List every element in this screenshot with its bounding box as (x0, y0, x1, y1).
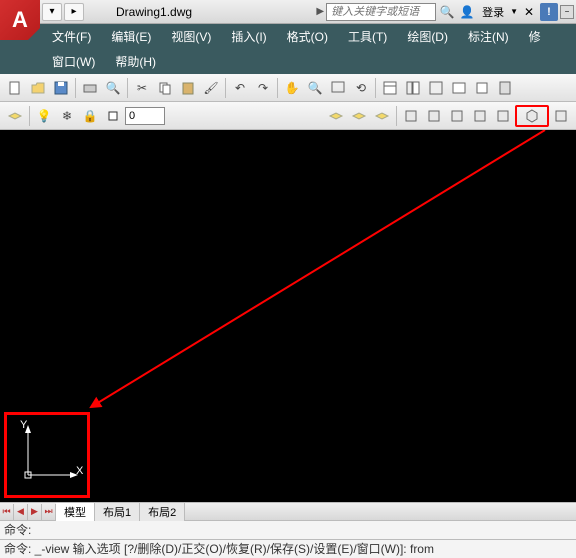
layer-color-icon[interactable] (102, 105, 124, 127)
help-button[interactable]: ! (540, 3, 558, 21)
menu-tools[interactable]: 工具(T) (338, 24, 397, 49)
open-icon[interactable] (27, 77, 49, 99)
layer-prev-icon[interactable] (325, 105, 347, 127)
layer-iso-icon[interactable] (371, 105, 393, 127)
title-bar: ▾ ▸ Drawing1.dwg ▶ 🔍 👤 登录 ▼ ✕ ! − (0, 0, 576, 24)
search-input[interactable] (326, 3, 436, 21)
layer-state-icon[interactable] (4, 105, 26, 127)
copy-icon[interactable] (154, 77, 176, 99)
zoom-window-icon[interactable] (327, 77, 349, 99)
layer-freeze-icon[interactable]: ❄ (56, 105, 78, 127)
match-icon[interactable]: 🖌 (200, 77, 222, 99)
layer-lock-icon[interactable]: 🔒 (79, 105, 101, 127)
layout-next-icon[interactable]: ▶ (28, 504, 42, 520)
layout-first-icon[interactable]: ⏮ (0, 504, 14, 520)
tab-model[interactable]: 模型 (56, 503, 95, 521)
layer-combo[interactable]: 0 (125, 107, 165, 125)
ssm-icon[interactable] (448, 77, 470, 99)
search-arrow-icon: ▶ (316, 6, 324, 17)
document-title: Drawing1.dwg (116, 5, 192, 19)
menu-window[interactable]: 窗口(W) (42, 49, 105, 74)
tp-icon[interactable] (425, 77, 447, 99)
plot-icon[interactable] (79, 77, 101, 99)
paste-icon[interactable] (177, 77, 199, 99)
dc-icon[interactable] (402, 77, 424, 99)
login-dropdown-icon[interactable]: ▼ (510, 7, 518, 16)
search-icon[interactable]: 🔍 (438, 3, 456, 21)
login-button[interactable]: 登录 (478, 4, 508, 20)
view-left-icon[interactable] (446, 105, 468, 127)
preview-icon[interactable]: 🔍 (102, 77, 124, 99)
menu-edit[interactable]: 编辑(E) (101, 24, 161, 49)
drawing-area-wrap: Y X (0, 130, 576, 502)
menu-draw[interactable]: 绘图(D) (397, 24, 458, 49)
menu-view[interactable]: 视图(V) (161, 24, 221, 49)
layout-last-icon[interactable]: ⏭ (42, 504, 56, 520)
menu-dimension[interactable]: 标注(N) (458, 24, 519, 49)
ucs-x-label: X (76, 465, 83, 477)
tab-layout2[interactable]: 布局2 (140, 503, 185, 521)
layer-match-icon[interactable] (348, 105, 370, 127)
view-right-icon[interactable] (469, 105, 491, 127)
menu-format[interactable]: 格式(O) (277, 24, 338, 49)
signin-icon[interactable]: 👤 (458, 3, 476, 21)
cut-icon[interactable]: ✂ (131, 77, 153, 99)
view-bottom-icon[interactable] (423, 105, 445, 127)
exchange-icon[interactable]: ✕ (520, 3, 538, 21)
menu-bar: 文件(F) 编辑(E) 视图(V) 插入(I) 格式(O) 工具(T) 绘图(D… (0, 24, 576, 74)
layout-nav: ⏮ ◀ ▶ ⏭ (0, 504, 56, 520)
menu-insert[interactable]: 插入(I) (221, 24, 276, 49)
tab-layout1[interactable]: 布局1 (95, 503, 140, 521)
command-history: 命令: (0, 520, 576, 539)
view-iso-highlighted-icon[interactable] (515, 105, 549, 127)
view-top-icon[interactable] (400, 105, 422, 127)
zoom-prev-icon[interactable]: ⟲ (350, 77, 372, 99)
layer-value: 0 (129, 110, 135, 122)
ucs-y-label: Y (20, 419, 27, 431)
command-input-bar[interactable]: 命令: _-view 输入选项 [?/删除(D)/正交(O)/恢复(R)/保存(… (0, 539, 576, 558)
qcalc-icon[interactable] (494, 77, 516, 99)
layout-tabs: ⏮ ◀ ▶ ⏭ 模型 布局1 布局2 (0, 502, 576, 520)
qat-open-icon[interactable]: ▸ (64, 3, 84, 21)
view-back-icon[interactable] (550, 105, 572, 127)
pan-icon[interactable]: ✋ (281, 77, 303, 99)
title-right: ▶ 🔍 👤 登录 ▼ ✕ ! − (316, 3, 576, 21)
menu-modify[interactable]: 修 (519, 24, 551, 49)
app-logo[interactable]: A (0, 0, 40, 40)
standard-toolbar: 🔍 ✂ 🖌 ↶ ↷ ✋ 🔍 ⟲ (0, 74, 576, 102)
layer-off-icon[interactable]: 💡 (33, 105, 55, 127)
menu-file[interactable]: 文件(F) (42, 24, 101, 49)
command-line-1: 命令: (4, 522, 572, 538)
layout-prev-icon[interactable]: ◀ (14, 504, 28, 520)
layers-views-toolbar: 💡 ❄ 🔒 0 (0, 102, 576, 130)
zoom-icon[interactable]: 🔍 (304, 77, 326, 99)
new-icon[interactable] (4, 77, 26, 99)
menu-help[interactable]: 帮助(H) (105, 49, 166, 74)
quick-access: ▾ ▸ Drawing1.dwg (42, 3, 192, 21)
undo-icon[interactable]: ↶ (229, 77, 251, 99)
minimize-button[interactable]: − (560, 5, 574, 19)
command-text: 命令: _-view 输入选项 [?/删除(D)/正交(O)/恢复(R)/保存(… (4, 542, 434, 556)
window-controls: − (560, 5, 574, 19)
qat-new-icon[interactable]: ▾ (42, 3, 62, 21)
save-icon[interactable] (50, 77, 72, 99)
redo-icon[interactable]: ↷ (252, 77, 274, 99)
properties-icon[interactable] (379, 77, 401, 99)
view-front-icon[interactable] (492, 105, 514, 127)
drawing-canvas[interactable]: Y X (0, 130, 576, 502)
markup-icon[interactable] (471, 77, 493, 99)
ucs-icon: Y X (20, 423, 80, 486)
